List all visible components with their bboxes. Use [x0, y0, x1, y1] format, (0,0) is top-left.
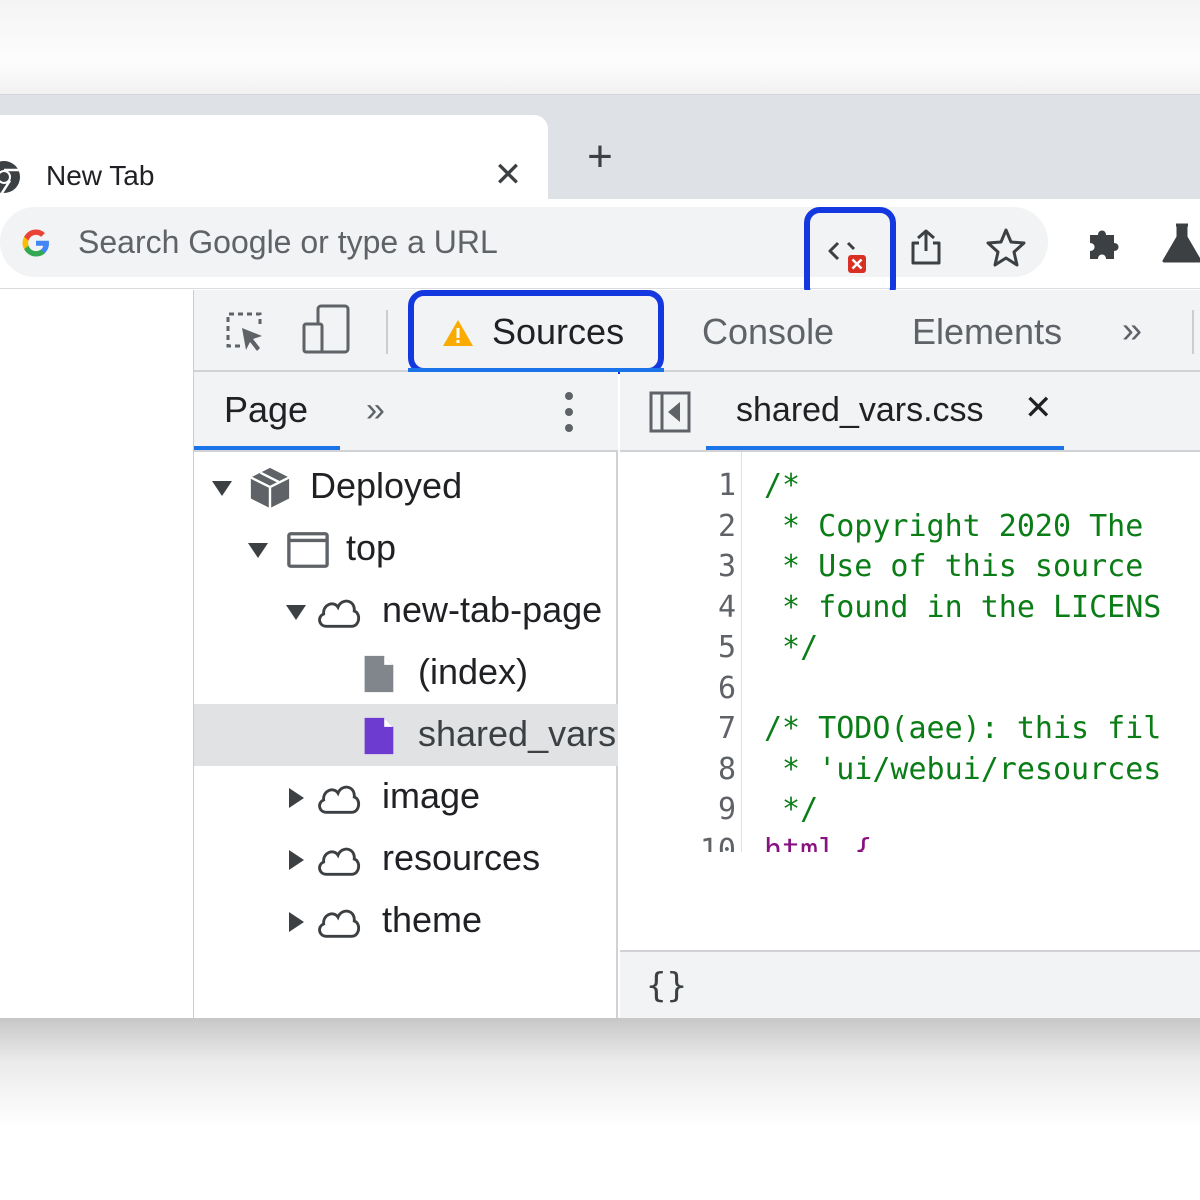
code-line: * 'ui/webui/resources [764, 751, 1162, 787]
devtools-separator [1192, 310, 1194, 354]
cloud-icon [318, 785, 360, 814]
tree-item-label: Deployed [310, 465, 463, 506]
tab-title: New Tab [46, 160, 155, 191]
browser-toolbar [0, 199, 1200, 303]
package-icon [250, 467, 290, 509]
tree-item-label: theme [382, 899, 483, 940]
frame-icon [287, 532, 329, 568]
omnibox[interactable] [0, 207, 1048, 303]
more-tabs-icon[interactable]: » [1122, 310, 1162, 350]
tab-sources-label: Sources [492, 311, 625, 352]
omnibox-input[interactable] [78, 221, 778, 263]
tree-item[interactable]: (index) [194, 642, 618, 704]
page-content [0, 290, 194, 1018]
line-number: 10 [699, 832, 736, 853]
device-toolbar-icon[interactable] [302, 304, 352, 354]
share-icon[interactable] [906, 227, 946, 267]
devtools-tab-bar: Sources Console Elements » [194, 290, 1200, 374]
editor-header: shared_vars.css ✕ [620, 372, 1200, 452]
code-line: * Copyright 2020 The [764, 508, 1144, 544]
toggle-navigator-icon[interactable] [648, 390, 692, 434]
code-line: /* [764, 468, 801, 503]
expanded-arrow-icon[interactable] [246, 538, 270, 562]
file-tab-underline [706, 446, 1064, 450]
code-line: */ [764, 792, 819, 827]
tree-item[interactable]: resources [194, 828, 618, 890]
tree-item[interactable]: Deployed [194, 456, 618, 518]
cloud-icon [318, 847, 360, 876]
tree-item-label: shared_vars [418, 713, 617, 754]
editor-footer: {} [620, 950, 1200, 1018]
browser-tab[interactable]: New Tab ✕ [0, 115, 548, 199]
tree-item-label: resources [382, 837, 541, 878]
labs-icon[interactable] [1160, 221, 1200, 265]
tab-sources[interactable]: Sources [408, 290, 664, 374]
inspect-element-icon[interactable] [222, 308, 268, 354]
star-icon[interactable] [984, 225, 1028, 269]
warning-icon [443, 320, 473, 346]
tree-item-label: (index) [418, 651, 529, 692]
chrome-icon [0, 161, 20, 194]
browser-window: New Tab ✕ + Search Google or type a URL … [0, 94, 1200, 1018]
tree-item-label: top [346, 527, 397, 568]
tab-console[interactable]: Console [702, 312, 834, 352]
line-number: 9 [717, 792, 736, 827]
cloud-icon [318, 599, 360, 628]
collapsed-arrow-icon[interactable] [284, 848, 308, 872]
cloud-icon [318, 909, 360, 938]
line-number: 8 [717, 751, 736, 787]
line-number: 1 [717, 468, 736, 503]
devtools-panel: Sources Console Elements » Page » Deploy… [194, 290, 1200, 1018]
navigator-header: Page » [194, 372, 618, 452]
line-number: 6 [717, 670, 736, 706]
sources-navigator: Page » Deployed top new-tab-page (index) sha… [194, 372, 618, 1018]
expanded-arrow-icon[interactable] [210, 476, 234, 500]
new-tab-button[interactable]: + [578, 135, 622, 179]
collapsed-arrow-icon[interactable] [284, 910, 308, 934]
code-area[interactable]: 123456789101112 /* * Copyright 2020 The … [620, 452, 1200, 852]
tree-item-label: image [382, 775, 481, 816]
file-tab-close-icon[interactable]: ✕ [1024, 388, 1053, 428]
collapsed-arrow-icon[interactable] [284, 786, 308, 810]
navigator-tab-underline [194, 446, 340, 450]
window-bottom-shadow [0, 1018, 1200, 1128]
code-area-blank [620, 852, 1200, 950]
code-line: html { [764, 832, 873, 853]
css-file-icon [364, 717, 394, 755]
pretty-print-icon[interactable]: {} [646, 964, 687, 1008]
screenshot-stage: New Tab ✕ + Search Google or type a URL … [0, 0, 1200, 1200]
devtools-status-highlight [804, 207, 896, 303]
tree-item[interactable]: shared_vars [194, 704, 618, 766]
tab-close-icon[interactable]: ✕ [490, 157, 526, 193]
code-editor: shared_vars.css ✕ 123456789101112 /* * C… [620, 372, 1200, 1018]
google-g-icon [22, 229, 49, 257]
devtools-error-icon[interactable] [826, 233, 874, 277]
line-number: 5 [717, 630, 736, 665]
file-icon [364, 655, 394, 693]
line-number-gutter: 123456789101112 [620, 452, 742, 852]
kebab-menu-icon[interactable] [554, 388, 584, 436]
tree-item[interactable]: image [194, 766, 618, 828]
navigator-tab-page[interactable]: Page [224, 390, 308, 430]
tree-item[interactable]: new-tab-page [194, 580, 618, 642]
code-line: * Use of this source [764, 549, 1144, 584]
code-line: /* TODO(aee): this fil [764, 711, 1162, 746]
tab-strip: New Tab ✕ + [0, 95, 1200, 199]
extensions-icon[interactable] [1084, 223, 1124, 263]
line-number: 2 [717, 508, 736, 544]
line-number: 3 [717, 549, 736, 584]
window-top-shadow [0, 60, 1200, 96]
tree-item[interactable]: theme [194, 890, 618, 952]
code-line: * found in the LICENS [764, 589, 1162, 625]
tree-item-label: new-tab-page [382, 589, 603, 630]
line-number: 4 [717, 589, 736, 625]
file-tab-label[interactable]: shared_vars.css [736, 390, 984, 430]
code-line: */ [764, 630, 819, 665]
navigator-more-icon[interactable]: » [366, 390, 385, 430]
line-number: 7 [717, 711, 736, 746]
tree-item[interactable]: top [194, 518, 618, 580]
tab-elements[interactable]: Elements [912, 312, 1062, 352]
expanded-arrow-icon[interactable] [284, 600, 308, 624]
devtools-separator [386, 310, 388, 354]
